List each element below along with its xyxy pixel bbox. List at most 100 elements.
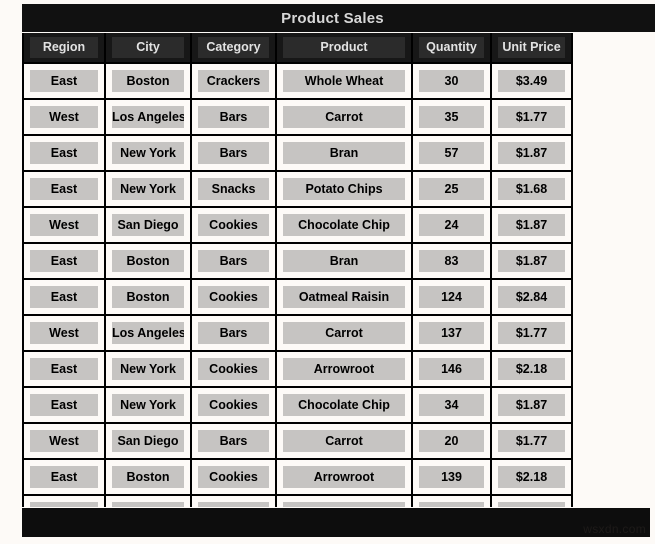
cell-unit-price[interactable]: $1.87 — [491, 387, 573, 424]
cell-city[interactable]: Boston — [105, 279, 192, 316]
cell-region[interactable]: East — [24, 351, 106, 388]
cell-unit-price[interactable]: $1.77 — [491, 315, 573, 352]
cell-overflow[interactable] — [572, 63, 573, 100]
table-row[interactable]: West San Diego Cookies Chocolate Chip 24 $1.8… — [24, 207, 573, 244]
cell-city[interactable]: Boston — [105, 495, 192, 507]
cell-overflow[interactable] — [572, 171, 573, 208]
cell-quantity[interactable]: 137 — [412, 315, 492, 352]
cell-city[interactable]: New York — [105, 171, 192, 208]
cell-region[interactable]: East — [24, 171, 106, 208]
column-header-city[interactable]: City — [105, 33, 192, 64]
cell-region[interactable]: West — [24, 99, 106, 136]
cell-quantity[interactable]: 34 — [412, 387, 492, 424]
table-row[interactable]: East Boston Crackers Whole Wheat 30 $3.49 — [24, 63, 573, 100]
cell-product[interactable]: Bran — [276, 135, 413, 172]
cell-product[interactable]: Chocolate Chip — [276, 495, 413, 507]
cell-quantity[interactable]: 211 — [412, 495, 492, 507]
column-header-product[interactable]: Product — [276, 33, 413, 64]
cell-region[interactable]: East — [24, 495, 106, 507]
cell-region[interactable]: East — [24, 459, 106, 496]
cell-unit-price[interactable]: $2.18 — [491, 351, 573, 388]
table-row[interactable]: East Boston Cookies Chocolate Chip 211 $1.87 — [24, 495, 573, 507]
cell-product[interactable]: Carrot — [276, 423, 413, 460]
cell-quantity[interactable]: 35 — [412, 99, 492, 136]
cell-product[interactable]: Arrowroot — [276, 351, 413, 388]
cell-city[interactable]: Boston — [105, 63, 192, 100]
cell-city[interactable]: New York — [105, 351, 192, 388]
cell-quantity[interactable]: 83 — [412, 243, 492, 280]
column-header-region[interactable]: Region — [24, 33, 106, 64]
cell-overflow[interactable] — [572, 243, 573, 280]
cell-city[interactable]: Los Angeles — [105, 99, 192, 136]
column-header-quantity[interactable]: Quantity — [412, 33, 492, 64]
cell-category[interactable]: Cookies — [191, 207, 277, 244]
cell-quantity[interactable]: 124 — [412, 279, 492, 316]
cell-unit-price[interactable]: $2.18 — [491, 459, 573, 496]
column-header-overflow[interactable] — [572, 33, 573, 64]
cell-quantity[interactable]: 30 — [412, 63, 492, 100]
table-row[interactable]: West Los Angeles Bars Carrot 35 $1.77 — [24, 99, 573, 136]
cell-overflow[interactable] — [572, 495, 573, 507]
column-header-unit-price[interactable]: Unit Price — [491, 33, 573, 64]
cell-overflow[interactable] — [572, 459, 573, 496]
cell-category[interactable]: Cookies — [191, 387, 277, 424]
cell-unit-price[interactable]: $2.84 — [491, 279, 573, 316]
cell-city[interactable]: Los Angeles — [105, 315, 192, 352]
cell-product[interactable]: Carrot — [276, 99, 413, 136]
cell-overflow[interactable] — [572, 279, 573, 316]
cell-region[interactable]: East — [24, 63, 106, 100]
cell-product[interactable]: Potato Chips — [276, 171, 413, 208]
table-row[interactable]: East Boston Bars Bran 83 $1.87 — [24, 243, 573, 280]
cell-city[interactable]: New York — [105, 387, 192, 424]
cell-category[interactable]: Bars — [191, 423, 277, 460]
cell-category[interactable]: Bars — [191, 99, 277, 136]
cell-city[interactable]: New York — [105, 135, 192, 172]
cell-product[interactable]: Oatmeal Raisin — [276, 279, 413, 316]
table-row[interactable]: West San Diego Bars Carrot 20 $1.77 — [24, 423, 573, 460]
cell-unit-price[interactable]: $1.68 — [491, 171, 573, 208]
cell-city[interactable]: Boston — [105, 243, 192, 280]
cell-region[interactable]: West — [24, 315, 106, 352]
cell-unit-price[interactable]: $1.77 — [491, 423, 573, 460]
column-header-category[interactable]: Category — [191, 33, 277, 64]
cell-unit-price[interactable]: $1.87 — [491, 135, 573, 172]
cell-quantity[interactable]: 146 — [412, 351, 492, 388]
cell-overflow[interactable] — [572, 99, 573, 136]
cell-category[interactable]: Cookies — [191, 279, 277, 316]
cell-overflow[interactable] — [572, 423, 573, 460]
cell-product[interactable]: Arrowroot — [276, 459, 413, 496]
cell-category[interactable]: Cookies — [191, 459, 277, 496]
cell-city[interactable]: San Diego — [105, 207, 192, 244]
cell-quantity[interactable]: 25 — [412, 171, 492, 208]
cell-quantity[interactable]: 24 — [412, 207, 492, 244]
table-scroll-area[interactable]: Region City Category Product Quantity Un… — [22, 33, 573, 507]
table-row[interactable]: West Los Angeles Bars Carrot 137 $1.77 — [24, 315, 573, 352]
cell-region[interactable]: East — [24, 279, 106, 316]
cell-region[interactable]: West — [24, 207, 106, 244]
cell-category[interactable]: Snacks — [191, 171, 277, 208]
cell-product[interactable]: Carrot — [276, 315, 413, 352]
cell-category[interactable]: Cookies — [191, 495, 277, 507]
cell-category[interactable]: Bars — [191, 243, 277, 280]
cell-unit-price[interactable]: $3.49 — [491, 63, 573, 100]
cell-quantity[interactable]: 57 — [412, 135, 492, 172]
cell-overflow[interactable] — [572, 135, 573, 172]
cell-region[interactable]: East — [24, 135, 106, 172]
cell-unit-price[interactable]: $1.87 — [491, 495, 573, 507]
cell-product[interactable]: Chocolate Chip — [276, 207, 413, 244]
table-row[interactable]: East New York Cookies Arrowroot 146 $2.18 — [24, 351, 573, 388]
cell-overflow[interactable] — [572, 315, 573, 352]
cell-city[interactable]: Boston — [105, 459, 192, 496]
cell-overflow[interactable] — [572, 387, 573, 424]
cell-product[interactable]: Bran — [276, 243, 413, 280]
table-row[interactable]: East New York Snacks Potato Chips 25 $1.68 — [24, 171, 573, 208]
cell-quantity[interactable]: 20 — [412, 423, 492, 460]
cell-category[interactable]: Crackers — [191, 63, 277, 100]
cell-region[interactable]: East — [24, 243, 106, 280]
cell-category[interactable]: Bars — [191, 135, 277, 172]
table-row[interactable]: East New York Bars Bran 57 $1.87 — [24, 135, 573, 172]
cell-category[interactable]: Cookies — [191, 351, 277, 388]
cell-quantity[interactable]: 139 — [412, 459, 492, 496]
cell-product[interactable]: Whole Wheat — [276, 63, 413, 100]
cell-unit-price[interactable]: $1.87 — [491, 207, 573, 244]
